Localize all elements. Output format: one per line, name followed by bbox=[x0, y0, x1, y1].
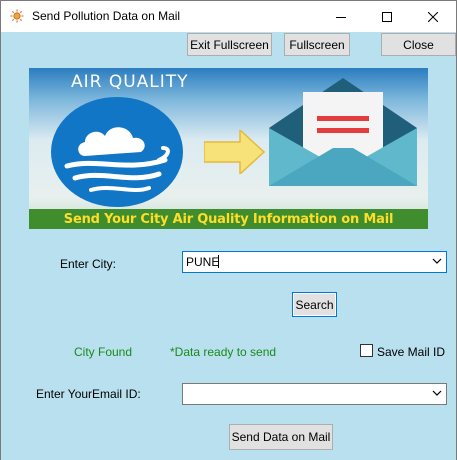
data-status-text: *Data ready to send bbox=[170, 345, 277, 359]
maximize-button[interactable] bbox=[364, 1, 410, 32]
envelope-letter-icon bbox=[269, 78, 417, 186]
banner-headline: AIR QUALITY bbox=[71, 72, 189, 92]
minimize-button[interactable] bbox=[318, 1, 364, 32]
client-area: Exit Fullscreen Fullscreen Close AIR QUA… bbox=[1, 32, 456, 460]
search-button[interactable]: Search bbox=[292, 292, 337, 317]
city-status-text: City Found bbox=[74, 345, 133, 359]
minimize-icon bbox=[336, 16, 346, 18]
save-mail-checkbox[interactable] bbox=[360, 344, 373, 357]
window-title: Send Pollution Data on Mail bbox=[32, 9, 181, 23]
window-close-button[interactable] bbox=[410, 1, 456, 32]
title-bar[interactable]: Send Pollution Data on Mail bbox=[1, 1, 456, 32]
arrow-right-icon bbox=[204, 130, 266, 174]
air-quality-banner: AIR QUALITY Send Your City Air Quality I… bbox=[29, 68, 428, 229]
close-icon bbox=[428, 11, 438, 22]
app-window: Send Pollution Data on Mail Exit Fullscr… bbox=[0, 0, 457, 460]
exit-fullscreen-button[interactable]: Exit Fullscreen bbox=[187, 33, 272, 56]
email-field[interactable] bbox=[182, 383, 447, 405]
city-input[interactable]: PUNE bbox=[182, 251, 447, 273]
close-button[interactable]: Close bbox=[381, 33, 456, 56]
chevron-down-icon[interactable] bbox=[431, 388, 443, 398]
email-label: Enter YourEmail ID: bbox=[36, 387, 141, 401]
cloud-wind-icon bbox=[51, 97, 183, 207]
banner-tagline: Send Your City Air Quality Information o… bbox=[63, 211, 394, 227]
gear-sun-icon bbox=[10, 9, 24, 23]
city-value: PUNE bbox=[186, 255, 220, 269]
city-label: Enter City: bbox=[60, 257, 117, 271]
send-data-button[interactable]: Send Data on Mail bbox=[229, 424, 333, 450]
maximize-icon bbox=[382, 11, 392, 22]
chevron-down-icon[interactable] bbox=[431, 256, 443, 266]
banner-tagline-strip: Send Your City Air Quality Information o… bbox=[29, 209, 428, 229]
save-mail-label[interactable]: Save Mail ID bbox=[377, 345, 445, 359]
fullscreen-button[interactable]: Fullscreen bbox=[284, 33, 350, 56]
text-caret bbox=[218, 255, 219, 268]
